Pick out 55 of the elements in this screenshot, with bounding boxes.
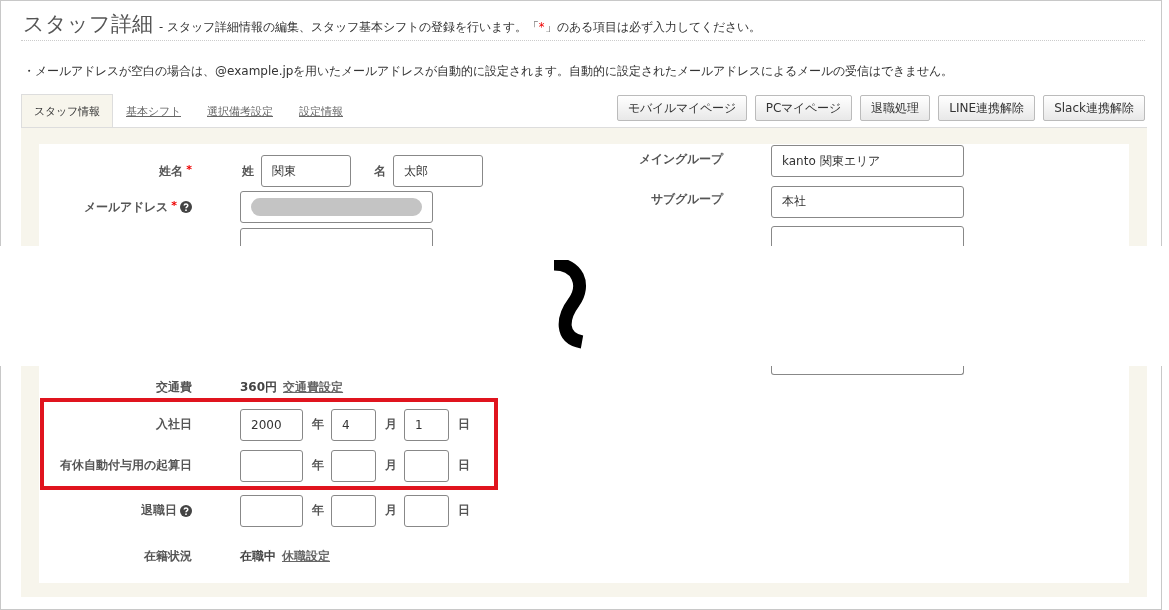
field-label: サブグループ — [651, 191, 723, 209]
year-field[interactable]: 2000 — [240, 408, 303, 441]
help-icon[interactable] — [180, 504, 192, 517]
required-mark: * — [186, 162, 192, 176]
field-label: 交通費 — [156, 378, 192, 396]
day-field[interactable] — [404, 449, 449, 482]
month-unit: 月 — [385, 416, 397, 433]
group-field[interactable]: 本社 — [771, 185, 964, 218]
tab[interactable]: 選択備考設定 — [194, 94, 286, 127]
email-field[interactable] — [240, 191, 433, 224]
action-button[interactable]: LINE連携解除 — [938, 95, 1036, 121]
month-field[interactable]: 4 — [331, 408, 376, 441]
tab[interactable]: 設定情報 — [286, 94, 356, 127]
action-button[interactable]: Slack連携解除 — [1043, 95, 1145, 121]
field-value: 在職中 — [240, 547, 276, 565]
day-unit: 日 — [458, 457, 470, 474]
field-label: メールアドレス — [84, 199, 169, 216]
group-field[interactable]: kanto 関東エリア — [771, 145, 964, 177]
settings-link[interactable]: 交通費設定 — [283, 378, 344, 396]
input-field[interactable] — [771, 366, 964, 375]
year-unit: 年 — [312, 457, 324, 474]
field-label: 退職日 — [141, 502, 177, 519]
field-label: 姓名 — [159, 162, 184, 180]
day-field[interactable] — [404, 494, 449, 527]
name-part-label: 姓 — [242, 162, 254, 180]
day-unit: 日 — [458, 416, 470, 433]
tab[interactable]: スタッフ情報 — [21, 94, 113, 127]
field-label: 在籍状況 — [144, 547, 192, 565]
notice-text: ・メールアドレスが空白の場合は、@example.jpを用いたメールアドレスが自動的に設定されます。自動的に設定されたメールアドレスによるメールの受信はできません。 — [22, 63, 955, 80]
field-value: 360円 — [240, 378, 278, 396]
field-label: 入社日 — [156, 416, 192, 433]
name-part-label: 名 — [374, 162, 386, 180]
day-field[interactable]: 1 — [404, 408, 449, 441]
field-label: メイングループ — [639, 150, 723, 168]
year-field[interactable] — [240, 449, 303, 482]
name-field[interactable]: 太郎 — [393, 155, 483, 188]
required-mark: * — [171, 199, 177, 212]
help-icon[interactable] — [180, 201, 192, 214]
month-field[interactable] — [331, 449, 376, 482]
month-unit: 月 — [385, 457, 397, 474]
page-description: - スタッフ詳細情報の編集、スタッフ基本シフトの登録を行います。「*」のある項目は必ず入力してください。 — [159, 20, 761, 35]
tab[interactable]: 基本シフト — [113, 94, 194, 127]
name-field[interactable]: 関東 — [261, 155, 351, 188]
field-label: 有休自動付与用の起算日 — [60, 457, 192, 474]
year-unit: 年 — [312, 416, 324, 433]
action-button[interactable]: 退職処理 — [860, 95, 931, 121]
year-field[interactable] — [240, 494, 303, 527]
day-unit: 日 — [458, 502, 470, 519]
action-button[interactable]: PCマイページ — [754, 95, 853, 121]
year-unit: 年 — [312, 502, 324, 519]
month-field[interactable] — [331, 494, 376, 527]
month-unit: 月 — [385, 502, 397, 519]
settings-link[interactable]: 休職設定 — [282, 547, 330, 565]
action-button[interactable]: モバイルマイページ — [616, 95, 747, 121]
page-title: スタッフ詳細 — [23, 11, 153, 37]
